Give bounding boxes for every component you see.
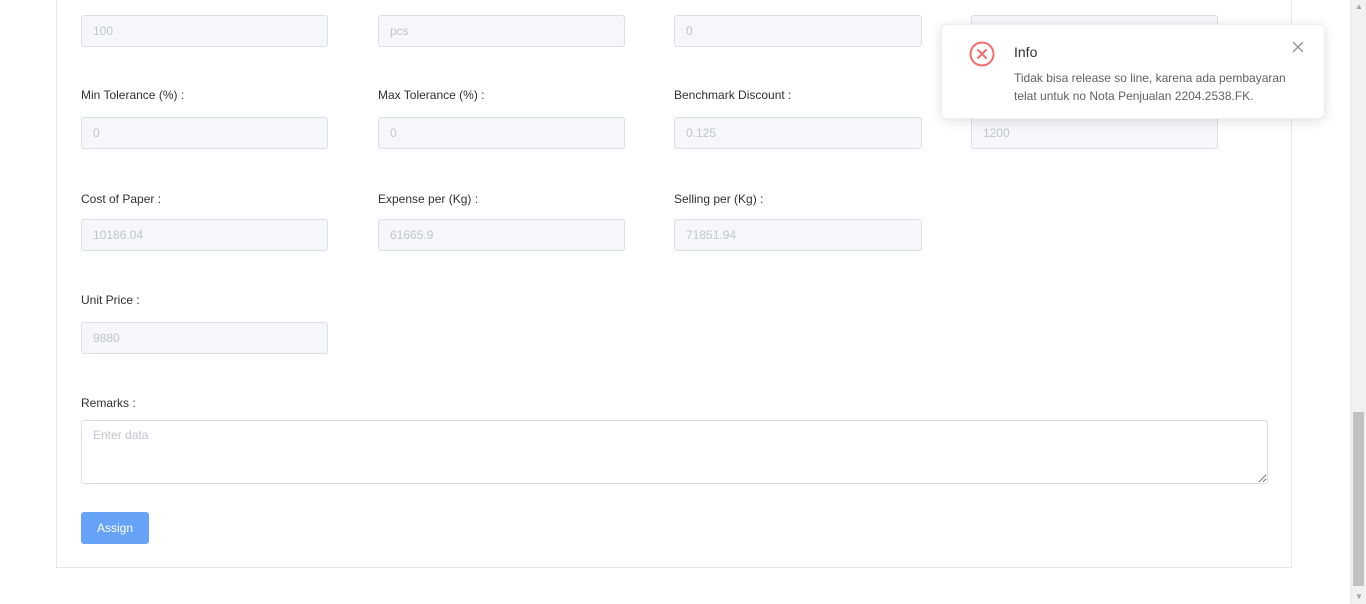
benchmark-discount-input[interactable] [674,117,922,149]
cost-of-paper-label: Cost of Paper : [81,192,162,206]
info-notification: Info Tidak bisa release so line, karena … [941,24,1325,119]
remarks-label: Remarks : [81,396,136,410]
notification-message: Tidak bisa release so line, karena ada p… [1014,71,1286,103]
min-tolerance-input[interactable] [81,117,328,149]
max-tolerance-label: Max Tolerance (%) : [378,88,485,102]
row1-third-input[interactable] [674,15,922,47]
row2-fourth-input[interactable] [971,117,1218,149]
page-scrollbar[interactable]: ▲ ▼ [1350,0,1366,604]
cost-of-paper-input[interactable] [81,219,328,251]
unit-input[interactable] [378,15,625,47]
scroll-up-arrow-icon[interactable]: ▲ [1351,0,1366,14]
close-icon[interactable] [1292,41,1304,53]
notification-title: Info [1014,44,1038,60]
expense-per-kg-label: Expense per (Kg) : [378,192,479,206]
assign-button[interactable]: Assign [81,512,149,544]
scroll-down-arrow-icon[interactable]: ▼ [1351,590,1366,604]
selling-per-kg-input[interactable] [674,219,922,251]
selling-per-kg-label: Selling per (Kg) : [674,192,764,206]
unit-price-label: Unit Price : [81,293,140,307]
expense-per-kg-input[interactable] [378,219,625,251]
quantity-input[interactable] [81,15,328,47]
remarks-textarea[interactable] [81,420,1268,484]
unit-price-input[interactable] [81,322,328,354]
error-circle-icon [969,41,995,67]
benchmark-discount-label: Benchmark Discount : [674,88,792,102]
min-tolerance-label: Min Tolerance (%) : [81,88,185,102]
scrollbar-thumb[interactable] [1353,412,1364,586]
max-tolerance-input[interactable] [378,117,625,149]
